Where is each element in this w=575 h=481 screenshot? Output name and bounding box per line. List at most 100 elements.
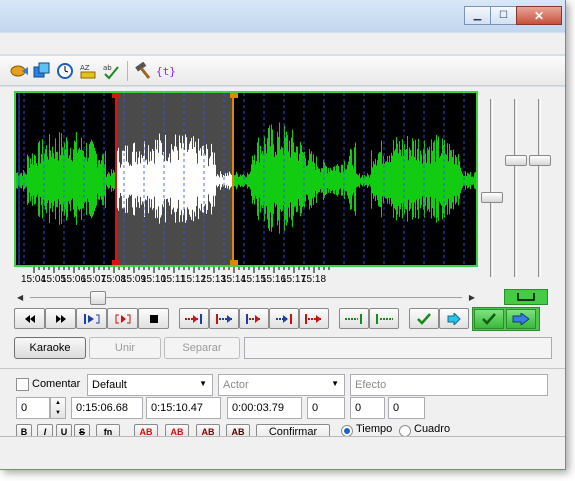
style-icon[interactable] xyxy=(31,60,53,82)
lead-out-button[interactable] xyxy=(369,308,399,329)
next-icon xyxy=(55,314,66,323)
main-window: ▁ ☐ ✕ AZ ab {t} 15:04 15:05 15:06 15:07 … xyxy=(0,0,566,470)
commit-text-button[interactable]: Confirmar xyxy=(256,424,330,436)
scroll-left-icon[interactable]: ◀ xyxy=(17,293,23,302)
play-first-500ms-button[interactable] xyxy=(239,308,269,329)
vertical-zoom-slider-track[interactable] xyxy=(514,99,517,277)
outline-color-button[interactable]: AB xyxy=(196,424,220,436)
primary-color-button[interactable]: AB xyxy=(134,424,158,436)
format-toolbar: B I U S fn AB AB AB AB Confirmar Tiempo … xyxy=(16,424,565,436)
lead-in-button[interactable] xyxy=(339,308,369,329)
subtitle-text-area[interactable] xyxy=(0,436,565,469)
italic-button[interactable]: I xyxy=(37,424,53,436)
margin-right-value: 0 xyxy=(355,402,362,414)
caption-buttons: ▁ ☐ ✕ xyxy=(464,6,562,25)
selection-start-handle xyxy=(112,260,120,265)
horizontal-zoom-slider-thumb[interactable] xyxy=(529,155,551,166)
join-button[interactable]: Unir xyxy=(89,337,161,359)
margin-left-field[interactable]: 0 xyxy=(307,397,345,419)
play-before-icon xyxy=(185,313,202,324)
sort-icon[interactable]: AZ xyxy=(77,60,99,82)
chevron-down-icon: ▼ xyxy=(331,379,339,388)
minimize-button[interactable]: ▁ xyxy=(464,6,491,25)
selection-end-handle xyxy=(230,260,238,265)
clock-icon[interactable] xyxy=(54,60,76,82)
video-icon[interactable] xyxy=(8,60,30,82)
frame-radio[interactable] xyxy=(399,425,411,436)
layer-value: 0 xyxy=(21,402,28,414)
duration-field[interactable]: 0:00:03.79 xyxy=(227,397,302,419)
volume-slider-thumb[interactable] xyxy=(481,192,503,203)
end-time-field[interactable]: 0:15:10.47 xyxy=(146,397,221,419)
svg-text:{t}: {t} xyxy=(156,65,176,78)
arrow-right-icon xyxy=(447,312,461,325)
audio-timeline: 15:04 15:05 15:06 15:07 15:08 15:09 15:10 15:11… xyxy=(14,267,478,289)
audio-waveform-display[interactable] xyxy=(14,91,478,267)
close-icon: ✕ xyxy=(533,8,545,23)
commit-button[interactable] xyxy=(409,308,439,329)
volume-slider-track[interactable] xyxy=(490,99,493,277)
bold-button[interactable]: B xyxy=(16,424,32,436)
strikeout-button[interactable]: S xyxy=(74,424,90,436)
layer-field[interactable]: 0 xyxy=(16,397,50,419)
auto-scroll-toggle[interactable] xyxy=(504,289,548,305)
auto-next-toggle[interactable] xyxy=(506,309,536,329)
audio-zoom-sliders xyxy=(478,91,552,281)
start-time-field[interactable]: 0:15:06.68 xyxy=(71,397,143,419)
play-last-500ms-button[interactable] xyxy=(269,308,299,329)
play-current-line-button[interactable] xyxy=(107,308,138,329)
horizontal-zoom-slider-track[interactable] xyxy=(538,99,541,277)
hammer-icon[interactable] xyxy=(132,60,154,82)
automation-icon[interactable]: {t} xyxy=(155,60,177,82)
next-line-button[interactable] xyxy=(45,308,76,329)
karaoke-button[interactable]: Karaoke xyxy=(14,337,86,359)
spin-down-icon[interactable]: ▼ xyxy=(55,410,61,416)
vertical-zoom-slider-thumb[interactable] xyxy=(505,155,527,166)
auto-commit-toggle[interactable] xyxy=(474,309,504,329)
maximize-button[interactable]: ☐ xyxy=(490,6,517,25)
play-500ms-after-button[interactable] xyxy=(209,308,239,329)
audio-horizontal-scrollbar[interactable]: ◀ ▶ xyxy=(14,290,478,305)
style-dropdown[interactable]: Default ▼ xyxy=(87,374,213,396)
secondary-color-button[interactable]: AB xyxy=(165,424,189,436)
style-value: Default xyxy=(92,379,127,391)
underline-button[interactable]: U xyxy=(56,424,72,436)
play-500ms-before-button[interactable] xyxy=(179,308,209,329)
time-radio[interactable] xyxy=(341,425,353,436)
margin-right-field[interactable]: 0 xyxy=(350,397,385,419)
effect-field[interactable]: Efecto xyxy=(350,374,548,396)
font-button[interactable]: fn xyxy=(96,424,120,436)
editor-area: 15:04 15:05 15:06 15:07 15:08 15:09 15:10 15:11… xyxy=(0,87,565,469)
shadow-color-button[interactable]: AB xyxy=(226,424,250,436)
previous-line-button[interactable] xyxy=(14,308,45,329)
play-selection-button[interactable] xyxy=(76,308,107,329)
stop-button[interactable] xyxy=(138,308,169,329)
margin-vertical-value: 0 xyxy=(393,402,400,414)
auto-scroll-icon xyxy=(517,293,535,301)
play-line-icon xyxy=(115,314,130,323)
toolbar: AZ ab {t} xyxy=(0,56,565,86)
play-after-icon xyxy=(216,313,232,324)
play-to-end-button[interactable] xyxy=(299,308,329,329)
checkmark-icon xyxy=(482,313,496,325)
spin-up-icon[interactable]: ▲ xyxy=(55,400,61,406)
karaoke-row: Karaoke Unir Separar xyxy=(14,337,552,361)
comment-label: Comentar xyxy=(32,378,81,390)
margin-vertical-field[interactable]: 0 xyxy=(388,397,425,419)
layer-spinner[interactable]: ▲ ▼ xyxy=(50,397,66,419)
scroll-right-icon[interactable]: ▶ xyxy=(469,293,475,302)
split-button[interactable]: Separar xyxy=(164,337,240,359)
go-to-next-button[interactable] xyxy=(439,308,469,329)
close-button[interactable]: ✕ xyxy=(516,6,562,25)
scroll-thumb[interactable] xyxy=(90,291,106,305)
previous-icon xyxy=(24,314,35,323)
play-first-icon xyxy=(246,313,260,324)
spellcheck-icon[interactable]: ab xyxy=(100,60,122,82)
svg-text:ab: ab xyxy=(103,64,112,72)
actor-dropdown[interactable]: Actor ▼ xyxy=(218,374,345,396)
arrow-right-icon xyxy=(512,313,530,325)
panel-divider xyxy=(0,368,565,369)
comment-checkbox[interactable] xyxy=(16,378,29,391)
end-time-value: 0:15:10.47 xyxy=(151,402,203,414)
selection-start-handle xyxy=(112,93,120,98)
